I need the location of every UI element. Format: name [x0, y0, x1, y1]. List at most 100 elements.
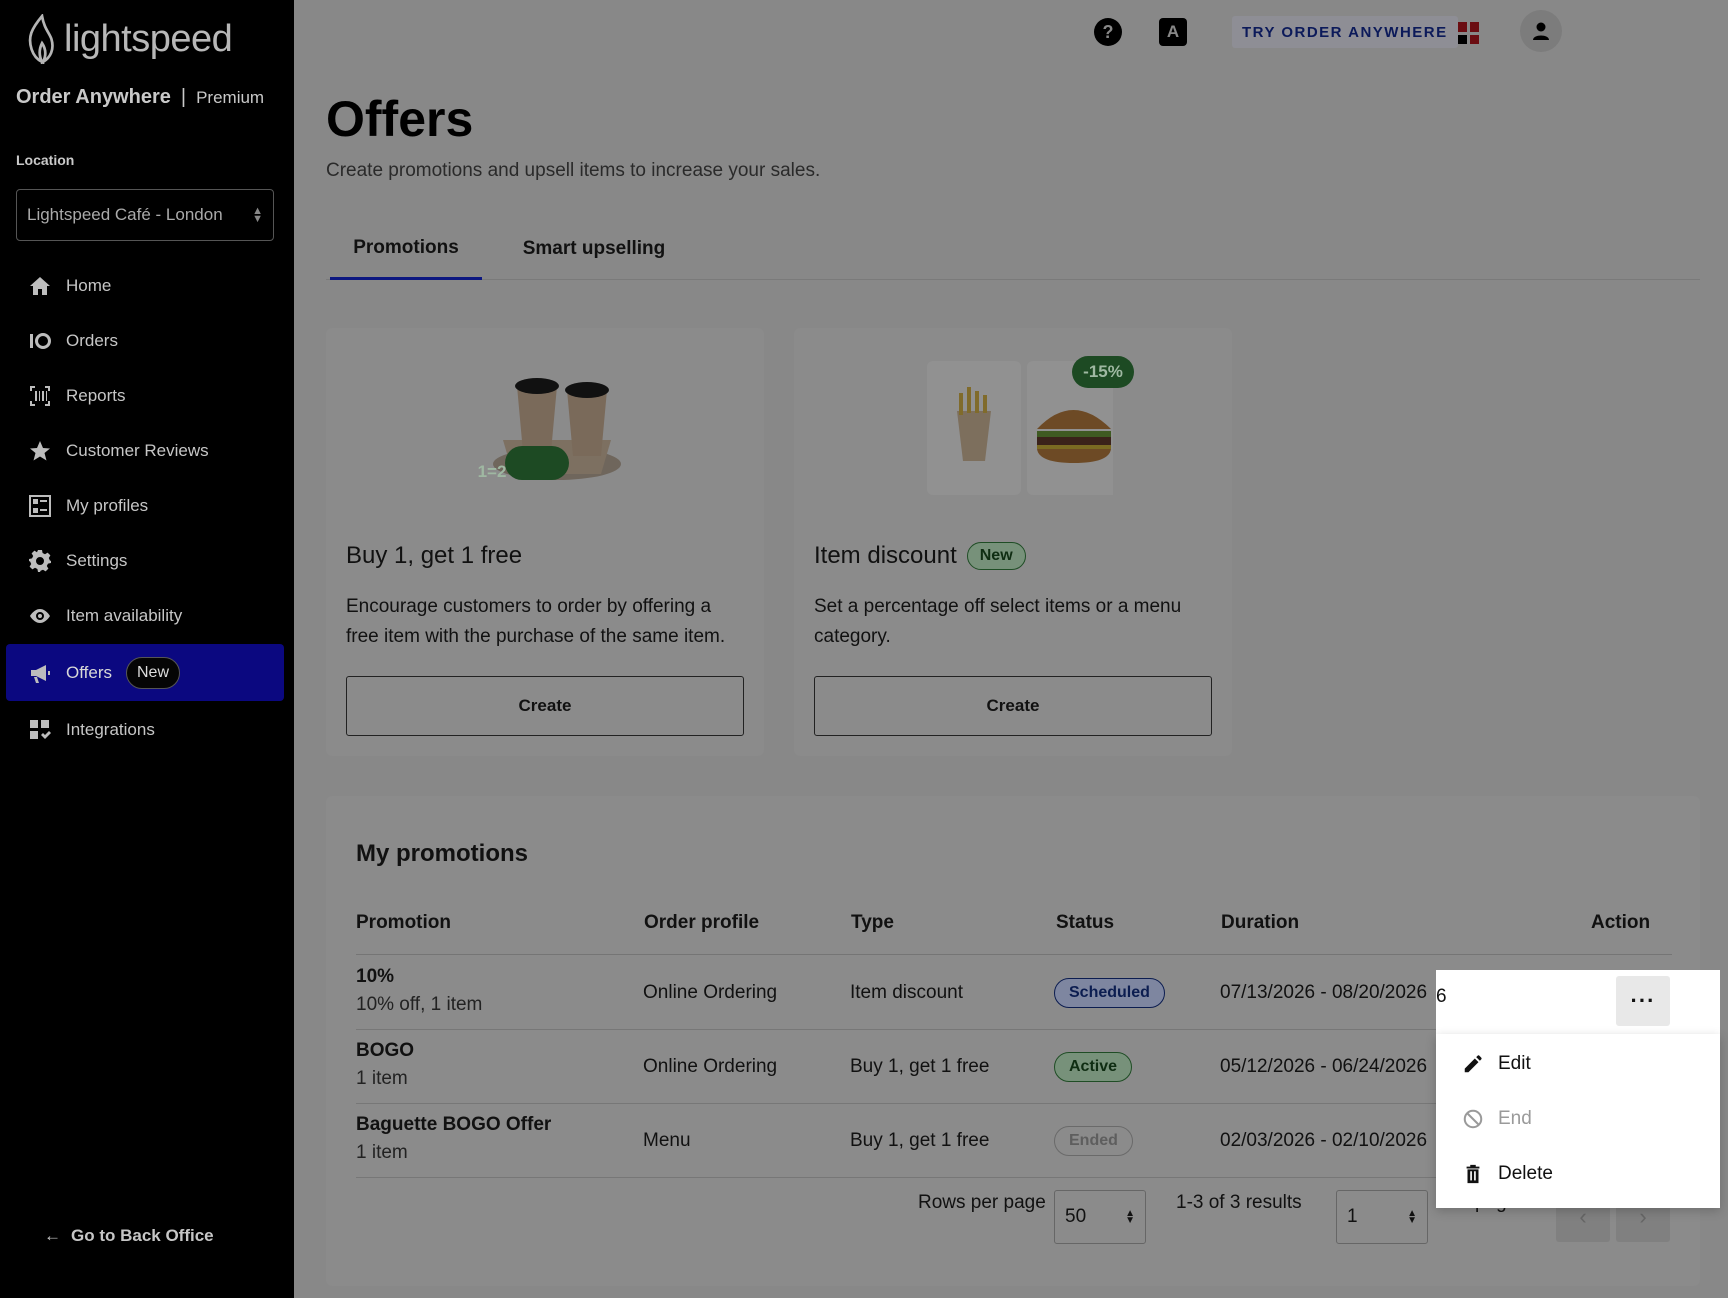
sidebar: lightspeed Order Anywhere | Premium Loca… [0, 0, 294, 1298]
promotion-cell: BOGO 1 item [356, 1040, 414, 1090]
select-arrows-icon: ▲ ▼ [1125, 1208, 1135, 1226]
sidebar-item-offers[interactable]: Offers New [6, 644, 284, 701]
column-header-type: Type [851, 912, 894, 933]
promotion-name: BOGO [356, 1040, 415, 1061]
page-number-select[interactable]: 1 ▲ ▼ [1336, 1190, 1428, 1244]
type-cell: Item discount [850, 982, 963, 1003]
sidebar-item-label: Item availability [66, 605, 183, 625]
sidebar-item-label: Customer Reviews [66, 440, 209, 460]
promotion-detail: 1 item [356, 1142, 408, 1163]
coffee-cups-illustration [326, 356, 764, 496]
card-title: Buy 1, get 1 free [346, 542, 522, 570]
duration-cell-visible-end: 6 [1436, 986, 1447, 1007]
new-badge: New [125, 656, 180, 689]
status-badge: Active [1054, 1052, 1133, 1082]
card-title-text: Buy 1, get 1 free [346, 542, 523, 569]
home-icon [26, 272, 54, 300]
sidebar-item-orders[interactable]: Orders [6, 313, 284, 368]
status-badge: Ended [1054, 1126, 1133, 1156]
location-select[interactable]: Lightspeed Café - London ▲ ▼ [16, 189, 274, 241]
sidebar-item-my-profiles[interactable]: My profiles [6, 478, 284, 533]
orders-icon [26, 327, 54, 355]
top-bar: ? A TRY ORDER ANYWHERE [294, 0, 1728, 68]
help-icon[interactable]: ? [1094, 18, 1122, 46]
menu-item-delete[interactable]: Delete [1462, 1154, 1553, 1194]
back-office-label: Go to Back Office [71, 1226, 214, 1245]
column-header-action: Action [1591, 912, 1651, 933]
promotion-detail: 10% off, 1 item [356, 994, 483, 1015]
star-icon [26, 437, 54, 465]
results-count: 1-3 of 3 results [1176, 1192, 1302, 1213]
promotion-detail: 1 item [356, 1068, 408, 1089]
page-title: Offers [326, 91, 474, 147]
rows-per-page-label: Rows per page [918, 1192, 1046, 1213]
duration-cell: 07/13/2026 - 08/20/2026 [1220, 982, 1428, 1003]
more-actions-button[interactable]: ··· [1616, 976, 1670, 1026]
bogo-card: 1=2 Buy 1, get 1 free Encourage customer… [326, 328, 764, 756]
lightspeed-logo[interactable]: lightspeed [24, 14, 233, 64]
page-number-value: 1 [1347, 1206, 1358, 1227]
promotion-cell: Baguette BOGO Offer 1 item [356, 1114, 551, 1164]
bogo-badge: 1=2 [477, 462, 507, 481]
gear-icon [26, 547, 54, 575]
action-menu: Edit End Delete [1436, 1034, 1720, 1208]
user-avatar-icon[interactable] [1520, 10, 1562, 52]
card-title-text: Item discount [814, 542, 957, 569]
column-header-status: Status [1056, 912, 1115, 933]
product-tier: Premium [196, 88, 265, 107]
integrations-icon [26, 716, 54, 744]
sidebar-item-integrations[interactable]: Integrations [6, 702, 284, 757]
rows-per-page-value: 50 [1065, 1206, 1087, 1227]
page-subtitle: Create promotions and upsell items to in… [326, 160, 821, 181]
sidebar-item-customer-reviews[interactable]: Customer Reviews [6, 423, 284, 478]
megaphone-icon [26, 659, 54, 687]
translate-icon[interactable]: A [1159, 18, 1187, 46]
product-separator: | [180, 86, 187, 108]
tab-promotions[interactable]: Promotions [330, 218, 482, 280]
reports-icon [26, 382, 54, 410]
sidebar-item-label: Reports [66, 385, 126, 405]
menu-item-end[interactable]: End [1462, 1099, 1532, 1139]
promotion-name: Baguette BOGO Offer [356, 1114, 552, 1135]
promotion-name: 10% [356, 966, 395, 987]
flame-icon [28, 14, 54, 64]
app-switcher-icon[interactable] [1458, 22, 1480, 44]
section-title: My promotions [356, 840, 528, 867]
promotion-cell: 10% 10% off, 1 item [356, 966, 482, 1016]
menu-item-edit[interactable]: Edit [1462, 1044, 1531, 1084]
column-header-order-profile: Order profile [644, 912, 760, 933]
order-profile-cell: Menu [643, 1130, 691, 1151]
back-office-link[interactable]: ← Go to Back Office [44, 1226, 214, 1246]
create-bogo-button[interactable]: Create [346, 676, 744, 736]
card-description: Encourage customers to order by offering… [346, 596, 726, 647]
sidebar-item-label: Settings [66, 550, 128, 570]
eye-icon [26, 602, 54, 630]
menu-item-label: Delete [1498, 1163, 1553, 1184]
action-cell-highlight [1436, 970, 1720, 1034]
sidebar-item-label: My profiles [66, 495, 149, 515]
card-description: Set a percentage off select items or a m… [814, 596, 1182, 647]
type-cell: Buy 1, get 1 free [850, 1130, 990, 1151]
rows-per-page-select[interactable]: 50 ▲ ▼ [1054, 1190, 1146, 1244]
duration-cell: 05/12/2026 - 06/24/2026 [1220, 1056, 1428, 1077]
tab-smart-upselling[interactable]: Smart upselling [504, 218, 684, 280]
try-order-anywhere-button[interactable]: TRY ORDER ANYWHERE [1232, 16, 1458, 48]
type-cell: Buy 1, get 1 free [850, 1056, 990, 1077]
card-title: Item discount New [814, 542, 1026, 570]
select-arrows-icon: ▲ ▼ [252, 205, 263, 225]
offers-tabs: Promotions Smart upselling [326, 218, 1700, 280]
create-item-discount-button[interactable]: Create [814, 676, 1212, 736]
sidebar-item-label: Offers [66, 662, 112, 682]
block-icon [1463, 1109, 1483, 1129]
sidebar-item-item-availability[interactable]: Item availability [6, 588, 284, 643]
table-header-divider [356, 954, 1672, 955]
menu-item-label: End [1498, 1108, 1532, 1129]
product-name: Order Anywhere [16, 86, 171, 108]
sidebar-item-reports[interactable]: Reports [6, 368, 284, 423]
discount-badge: -15% [1072, 356, 1134, 388]
sidebar-nav: Home Orders Reports Customer Reviews My … [6, 258, 284, 757]
sidebar-item-home[interactable]: Home [6, 258, 284, 313]
sidebar-item-settings[interactable]: Settings [6, 533, 284, 588]
sidebar-item-label: Home [66, 275, 112, 295]
sidebar-item-label: Integrations [66, 719, 155, 739]
